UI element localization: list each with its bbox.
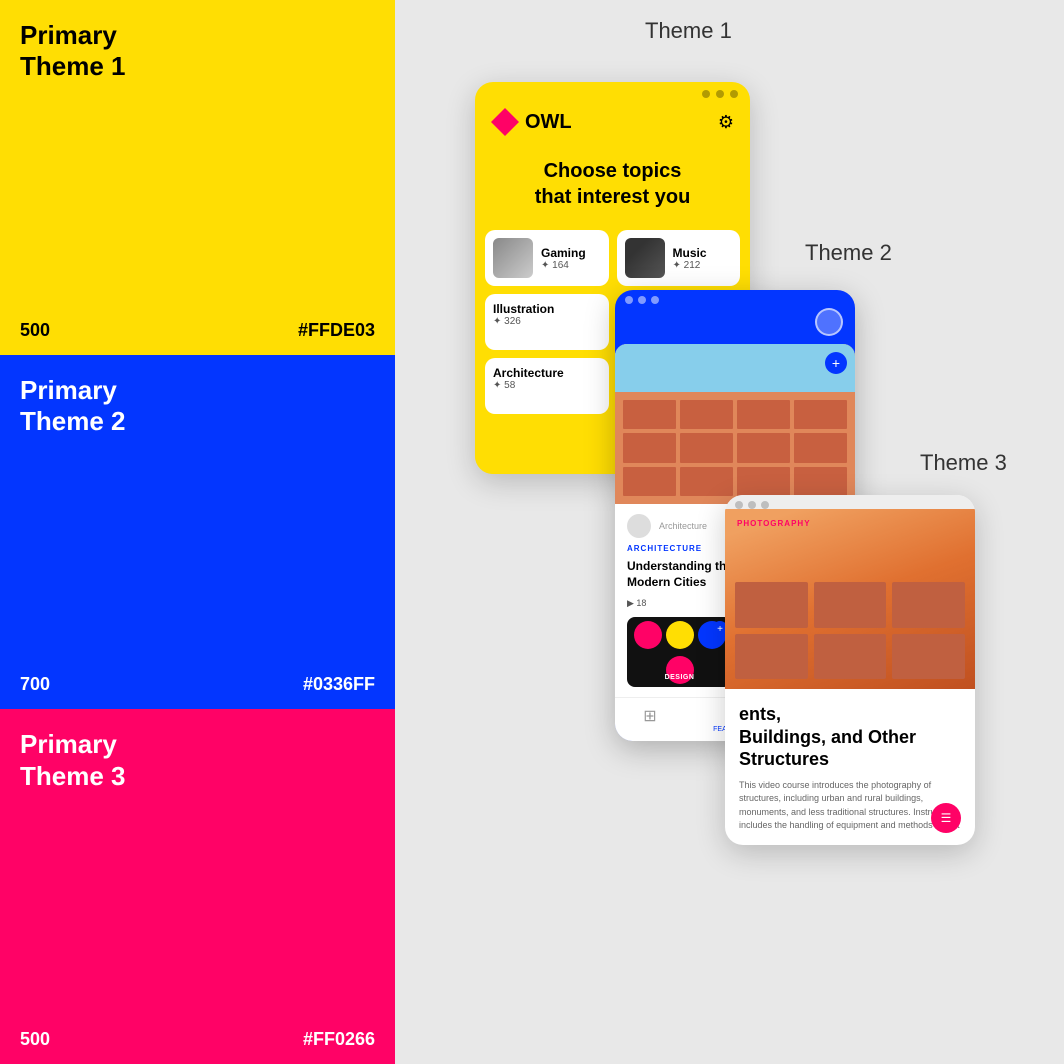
phone3-tag: PHOTOGRAPHY [737, 519, 811, 528]
window-4 [794, 400, 847, 429]
phone2-building-image: + [615, 344, 855, 504]
phone3-controls [725, 495, 975, 509]
status-dot-2 [716, 90, 724, 98]
phone1-choose-text: Choose topicsthat interest you [475, 148, 750, 230]
theme-2-title: Primary Theme 2 [20, 375, 375, 437]
theme-1-weight: 500 [20, 320, 50, 341]
app-name: OWL [525, 111, 572, 134]
phone3-title: ents,Buildings, and Other Structures [725, 689, 975, 779]
phone2-plus-btn[interactable]: + [825, 352, 847, 374]
phone1-header: OWL ⚙ [475, 102, 750, 148]
left-panel: Primary Theme 1 500 #FFDE03 Primary Them… [0, 0, 395, 1064]
theme-2-hex: #0336FF [303, 674, 375, 695]
music-thumb [625, 238, 665, 278]
gaming-label: Gaming [541, 246, 601, 260]
grid-nav-icon[interactable]: ⊞ [643, 706, 656, 733]
owl-logo: OWL [491, 108, 572, 136]
p3-dot-2 [748, 501, 756, 509]
window-11 [737, 467, 790, 496]
phone3-fab[interactable]: ☰ [931, 803, 961, 833]
right-panel: Theme 1 Theme 2 Theme 3 OWL ⚙ Choose top… [395, 0, 1064, 1064]
owl-icon [491, 108, 519, 136]
window-3 [737, 400, 790, 429]
window-6 [680, 433, 733, 462]
topic-illustration[interactable]: Illustration ✦ 326 [485, 294, 609, 350]
phone2-controls [615, 290, 855, 304]
theme-label-2: Theme 2 [805, 240, 892, 266]
theme-label-3: Theme 3 [920, 450, 1007, 476]
theme-label-1: Theme 1 [645, 18, 732, 44]
phone2-author-avatar [627, 514, 651, 538]
phone2-author-name: Architecture [659, 521, 707, 531]
p3-dot-1 [735, 501, 743, 509]
phone2-avatar [815, 308, 843, 336]
window-1 [623, 400, 676, 429]
theme-3-weight: 500 [20, 1029, 50, 1050]
status-dot-1 [702, 90, 710, 98]
theme-3-hex: #FF0266 [303, 1029, 375, 1050]
window-10 [680, 467, 733, 496]
theme-1-title: Primary Theme 1 [20, 20, 375, 82]
window-8 [794, 433, 847, 462]
record-2 [666, 621, 694, 649]
window-7 [737, 433, 790, 462]
music-label: Music [673, 246, 733, 260]
phone3-building-image: PHOTOGRAPHY [725, 509, 975, 689]
gaming-thumb [493, 238, 533, 278]
theme-1-hex: #FFDE03 [298, 320, 375, 341]
theme-2-weight: 700 [20, 674, 50, 695]
architecture-label: Architecture [493, 366, 601, 380]
theme-block-3: Primary Theme 3 500 #FF0266 [0, 709, 395, 1064]
gaming-count: ✦ 164 [541, 260, 601, 271]
illustration-count: ✦ 326 [493, 316, 601, 327]
win-dot-2 [638, 296, 646, 304]
music-count: ✦ 212 [673, 260, 733, 271]
architecture-count: ✦ 58 [493, 380, 601, 391]
window-12 [794, 467, 847, 496]
building-facade [615, 344, 855, 504]
design-label: DESIGN [665, 674, 695, 681]
theme-block-2: Primary Theme 2 700 #0336FF [0, 355, 395, 710]
gear-icon[interactable]: ⚙ [718, 112, 734, 133]
win-dot-3 [651, 296, 659, 304]
topic-music[interactable]: Music ✦ 212 [617, 230, 741, 286]
win-dot-1 [625, 296, 633, 304]
window-9 [623, 467, 676, 496]
records-thumb: DESIGN + [627, 617, 732, 687]
phone1-statusbar [475, 82, 750, 102]
topic-gaming[interactable]: Gaming ✦ 164 [485, 230, 609, 286]
theme-3-title: Primary Theme 3 [20, 729, 375, 791]
phone-mockup-3: PHOTOGRAPHY ents,Buildings, and Other St… [725, 495, 975, 845]
topic-architecture[interactable]: Architecture ✦ 58 [485, 358, 609, 414]
status-dot-3 [730, 90, 738, 98]
record-1 [634, 621, 662, 649]
window-2 [680, 400, 733, 429]
phone2-header [615, 304, 855, 344]
p3-dot-3 [761, 501, 769, 509]
window-5 [623, 433, 676, 462]
illustration-label: Illustration [493, 302, 601, 316]
building-windows [615, 392, 855, 504]
theme-block-1: Primary Theme 1 500 #FFDE03 [0, 0, 395, 355]
